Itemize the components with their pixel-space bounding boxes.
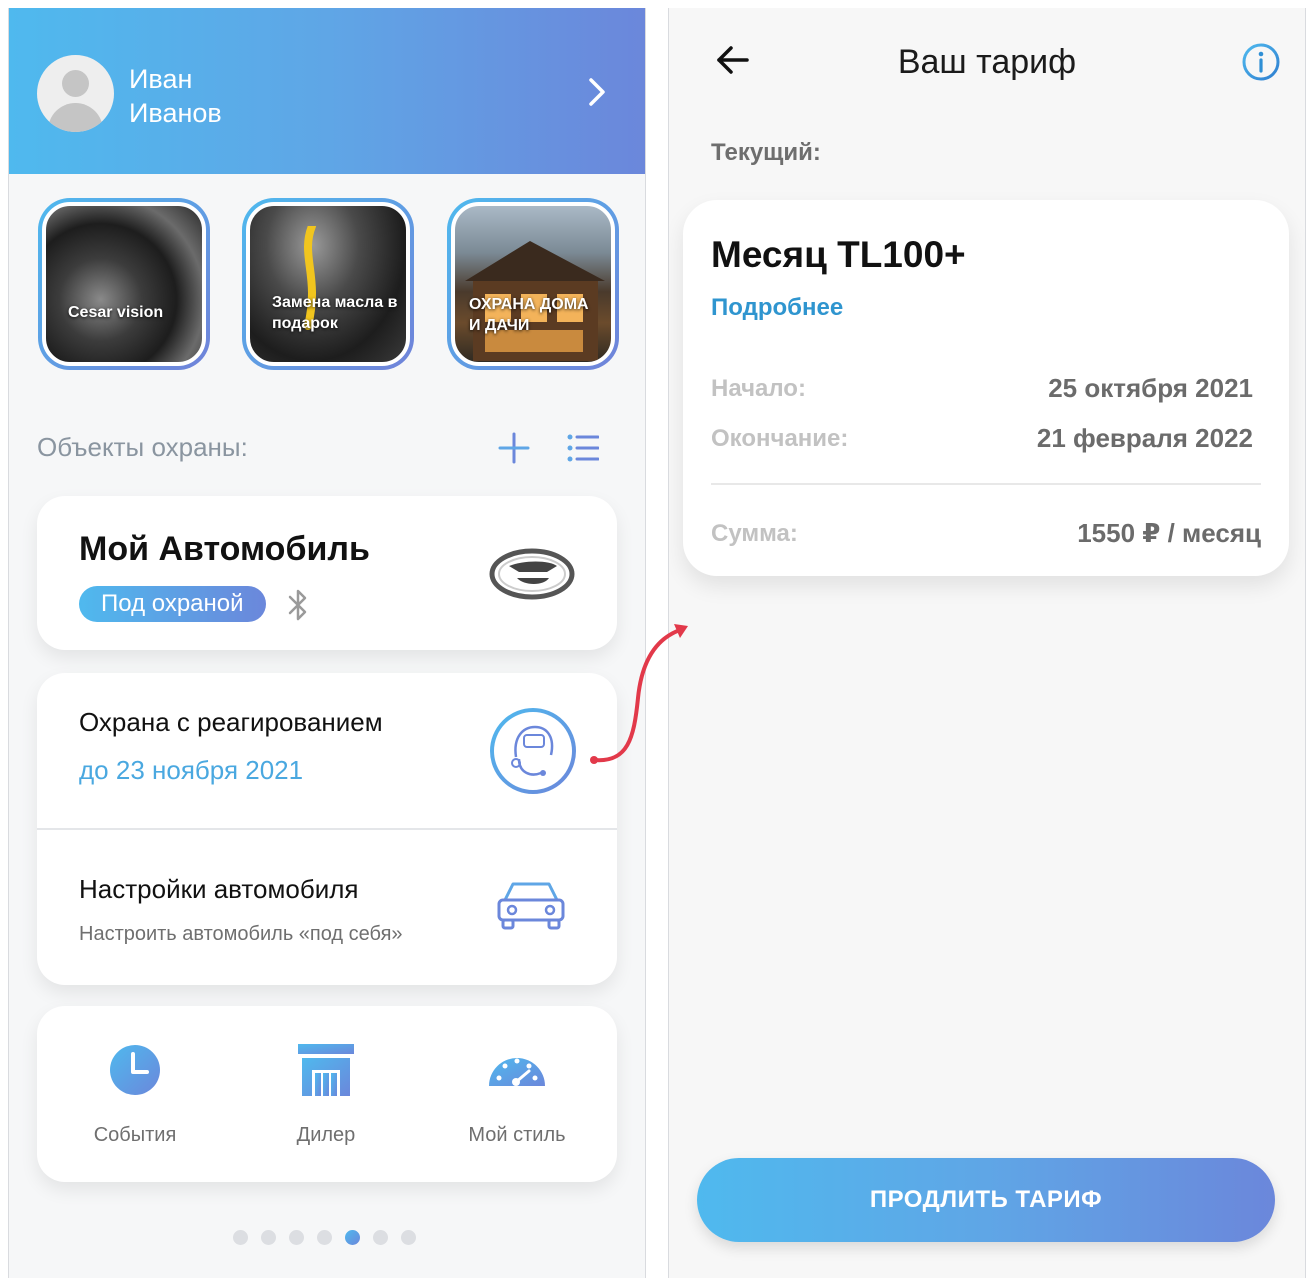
profile-name: Иван Иванов <box>129 62 222 130</box>
service-title: Настройки автомобиля <box>79 874 359 904</box>
quick-action-label: Дилер <box>296 1124 356 1146</box>
flow-arrow-icon <box>590 624 688 764</box>
story-home-security[interactable]: ОХРАНА ДОМА И ДАЧИ <box>447 198 619 370</box>
quick-action-label: Мой стиль <box>468 1124 566 1146</box>
list-icon[interactable] <box>567 433 599 463</box>
current-tariff-label: Текущий: <box>711 139 821 166</box>
services-card: Охрана с реагированием до 23 ноября 2021… <box>37 673 617 985</box>
main-screen: Иван Иванов Cesar vision Замена масла в … <box>8 8 646 1278</box>
profile-header[interactable]: Иван Иванов <box>9 8 645 174</box>
story-oil-change[interactable]: Замена масла в подарок <box>242 198 414 370</box>
story-cesar-vision[interactable]: Cesar vision <box>38 198 210 370</box>
page-dot[interactable] <box>317 1230 332 1245</box>
page-dot[interactable] <box>261 1230 276 1245</box>
profile-first-name: Иван <box>129 64 193 94</box>
end-value: 21 февраля 2022 <box>1036 423 1253 453</box>
story-label: ОХРАНА ДОМА И ДАЧИ <box>469 296 589 334</box>
sum-value: 1550 ₽ / месяц <box>1077 518 1261 548</box>
objects-title: Объекты охраны: <box>37 432 248 462</box>
quick-actions-card: События Дилер Мой стиль <box>37 1006 617 1182</box>
service-subtitle: до 23 ноября 2021 <box>79 755 304 785</box>
service-title: Охрана с реагированием <box>79 707 383 737</box>
page-dot[interactable] <box>233 1230 248 1245</box>
page-dot[interactable] <box>373 1230 388 1245</box>
divider <box>711 483 1261 485</box>
page-title: Ваш тариф <box>897 43 1077 81</box>
speedometer-icon <box>489 1058 545 1086</box>
sum-label: Сумма: <box>711 520 798 547</box>
operator-headset-icon <box>490 708 576 794</box>
end-label: Окончание: <box>711 425 849 452</box>
more-link[interactable]: Подробнее <box>711 294 843 322</box>
status-badge: Под охраной <box>79 586 266 622</box>
page-dot-active[interactable] <box>345 1230 360 1245</box>
add-icon[interactable] <box>498 432 530 464</box>
start-value: 25 октября 2021 <box>1048 373 1253 403</box>
story-label: Замена масла в подарок <box>272 294 398 332</box>
quick-action-style[interactable]: Мой стиль <box>437 1006 597 1182</box>
profile-last-name: Иванов <box>129 98 222 128</box>
page-indicator[interactable] <box>233 1230 416 1245</box>
info-icon[interactable] <box>1241 42 1281 82</box>
page-dot[interactable] <box>401 1230 416 1245</box>
story-label: Cesar vision <box>68 304 164 321</box>
tariff-name: Месяц TL100+ <box>711 234 966 275</box>
brand-logo-icon <box>489 548 575 600</box>
avatar <box>37 55 114 132</box>
extend-tariff-button[interactable]: ПРОДЛИТЬ ТАРИФ <box>697 1158 1275 1242</box>
bluetooth-icon <box>288 589 307 621</box>
vehicle-card[interactable]: Мой Автомобиль Под охраной <box>37 496 617 650</box>
tariff-screen: Ваш тариф Текущий: Месяц TL100+ Подробне… <box>668 8 1306 1278</box>
service-subtitle: Настроить автомобиль «под себя» <box>79 923 403 945</box>
clock-icon <box>110 1045 160 1095</box>
service-row-security[interactable]: Охрана с реагированием до 23 ноября 2021 <box>37 673 617 828</box>
quick-action-label: События <box>93 1124 177 1146</box>
store-icon <box>298 1044 354 1096</box>
car-front-icon <box>497 882 565 930</box>
page-dot[interactable] <box>289 1230 304 1245</box>
vehicle-name: Мой Автомобиль <box>79 530 370 568</box>
quick-action-dealer[interactable]: Дилер <box>246 1006 406 1182</box>
tariff-card: Месяц TL100+ Подробнее Начало: 25 октябр… <box>683 200 1289 576</box>
chevron-right-icon[interactable] <box>585 72 609 112</box>
start-label: Начало: <box>711 375 806 402</box>
quick-action-events[interactable]: События <box>55 1006 215 1182</box>
